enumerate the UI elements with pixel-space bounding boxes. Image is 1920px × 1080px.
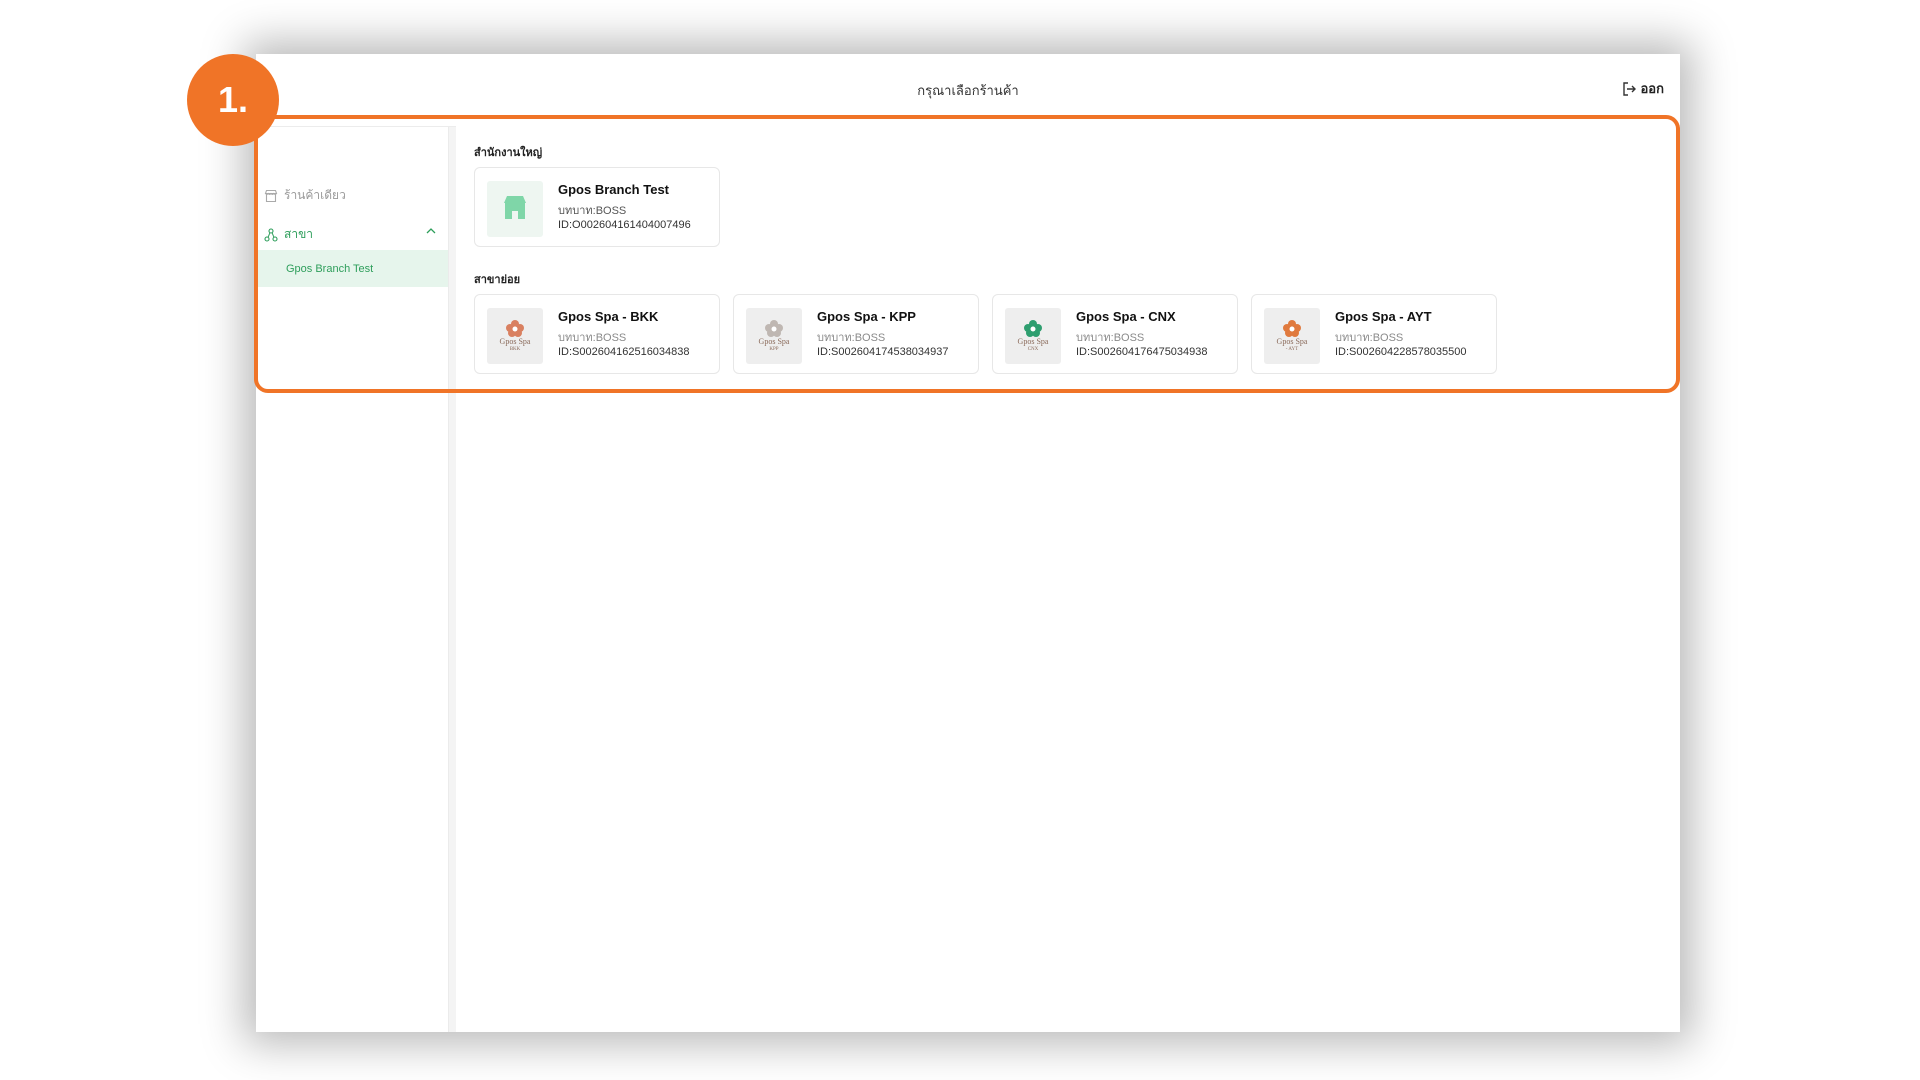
logo-text: Gpos Spa	[758, 337, 790, 346]
store-id: ID:S002604228578035500	[1335, 346, 1467, 358]
store-name: Gpos Branch Test	[558, 182, 670, 197]
store-role: บทบาท:BOSS	[817, 332, 886, 344]
store-name: Gpos Spa - AYT	[1335, 309, 1432, 324]
hq-section-label: สำนักงานใหญ่	[474, 147, 543, 159]
store-id: ID:S002604174538034937	[817, 346, 949, 358]
branch-logo: Gpos Spa KPP	[746, 308, 802, 364]
chevron-up-icon[interactable]	[426, 227, 436, 235]
logo-subtext: KPP	[769, 347, 779, 352]
branch-store-card[interactable]: Gpos Spa BKK Gpos Spa - BKK บทบาท:BOSS I…	[474, 294, 720, 374]
flower-logo-icon	[1024, 320, 1042, 337]
store-icon	[264, 189, 278, 202]
branch-store-card[interactable]: Gpos Spa KPP Gpos Spa - KPP บทบาท:BOSS I…	[733, 294, 979, 374]
logo-subtext: CNX	[1027, 347, 1039, 352]
shop-icon	[504, 196, 526, 219]
store-role: บทบาท:BOSS	[1076, 332, 1145, 344]
branch-logo: Gpos Spa BKK	[487, 308, 543, 364]
flower-logo-icon	[1283, 320, 1301, 337]
flower-logo-icon	[506, 320, 524, 337]
step-badge: 1.	[187, 54, 279, 146]
store-id: ID:S002604162516034838	[558, 346, 690, 358]
page-title: กรุณาเลือกร้านค้า	[917, 83, 1019, 98]
logout-button[interactable]: ออก	[1621, 78, 1665, 99]
logo-text: Gpos Spa	[499, 337, 531, 346]
logo-subtext: BKK	[509, 347, 521, 352]
hq-store-card[interactable]: Gpos Branch Test บทบาท:BOSS ID:O00260416…	[474, 167, 720, 247]
app-window: กรุณาเลือกร้านค้า ออก ร้านค้าเดียว สาขา …	[256, 54, 1680, 1032]
branch-store-card[interactable]: Gpos Spa CNX Gpos Spa - CNX บทบาท:BOSS I…	[992, 294, 1238, 374]
store-role: บทบาท:BOSS	[558, 205, 627, 217]
logo-text: Gpos Spa	[1276, 337, 1308, 346]
logout-icon	[1622, 81, 1636, 96]
store-id: ID:S002604176475034938	[1076, 346, 1208, 358]
sidebar-item-single-store[interactable]: ร้านค้าเดียว	[264, 186, 346, 205]
logo-subtext: - AYT	[1285, 347, 1299, 352]
branch-logo: Gpos Spa - AYT	[1264, 308, 1320, 364]
logo-text: Gpos Spa	[1017, 337, 1049, 346]
store-thumbnail	[487, 181, 543, 237]
logout-label: ออก	[1640, 81, 1665, 96]
store-role: บทบาท:BOSS	[558, 332, 627, 344]
store-name: Gpos Spa - CNX	[1076, 309, 1176, 324]
branch-logo: Gpos Spa CNX	[1005, 308, 1061, 364]
flower-logo-icon	[765, 320, 783, 337]
store-role: บทบาท:BOSS	[1335, 332, 1404, 344]
branch-store-card[interactable]: Gpos Spa - AYT Gpos Spa - AYT บทบาท:BOSS…	[1251, 294, 1497, 374]
top-bar: กรุณาเลือกร้านค้า ออก	[256, 54, 1680, 127]
sidebar: ร้านค้าเดียว สาขา Gpos Branch Test	[256, 127, 449, 1032]
sidebar-subitem-selected-branch[interactable]: Gpos Branch Test	[256, 250, 448, 287]
sidebar-item-label: ร้านค้าเดียว	[284, 188, 346, 202]
branch-section-label: สาขาย่อย	[474, 274, 521, 286]
sidebar-item-branch[interactable]: สาขา	[264, 225, 313, 244]
main-content: สำนักงานใหญ่ Gpos Branch Test บทบาท:BOSS…	[456, 126, 1680, 1032]
store-id: ID:O002604161404007496	[558, 219, 691, 231]
branch-icon	[264, 227, 278, 242]
store-name: Gpos Spa - BKK	[558, 309, 659, 324]
sidebar-item-label: สาขา	[284, 227, 314, 241]
store-name: Gpos Spa - KPP	[817, 309, 916, 324]
